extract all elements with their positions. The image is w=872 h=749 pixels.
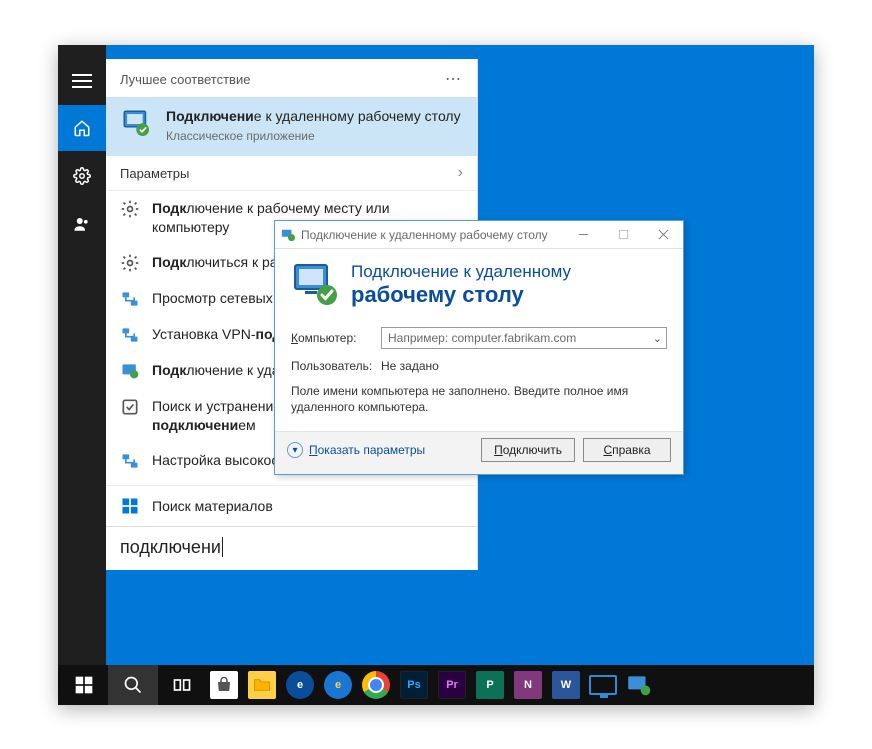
store-row-label: Поиск материалов (152, 498, 273, 514)
windows-store-icon (120, 496, 140, 516)
chrome-icon[interactable] (362, 671, 390, 699)
user-value: Не задано (381, 359, 439, 373)
file-explorer-icon[interactable] (248, 671, 276, 699)
show-parameters-link[interactable]: ▾ Показать параметры (287, 442, 425, 458)
section-parameters[interactable]: Параметры › (106, 156, 477, 191)
people-icon[interactable] (58, 201, 106, 247)
store-search-row[interactable]: Поиск материалов (106, 485, 477, 526)
taskbar-search-button[interactable] (108, 665, 158, 705)
ie-icon[interactable]: e (324, 671, 352, 699)
computer-row: Компьютер: Например: computer.fabrikam.c… (291, 327, 667, 349)
rdp-taskbar-icon[interactable] (622, 665, 656, 705)
rdp-titlebar[interactable]: Подключение к удаленному рабочему столу (275, 221, 683, 249)
rdp-button-row: Подключить Справка (481, 438, 671, 462)
text-cursor (222, 537, 223, 557)
troubleshoot-icon (120, 397, 140, 417)
store-app-icon[interactable] (210, 671, 238, 699)
photoshop-icon[interactable]: Ps (400, 671, 428, 699)
premiere-icon[interactable]: Pr (438, 671, 466, 699)
best-match-label: Лучшее соответствие (120, 72, 250, 87)
search-input[interactable]: подключени (106, 526, 477, 570)
monitor-icon[interactable] (586, 665, 620, 705)
taskbar: e e Ps Pr P N W (58, 665, 814, 705)
section-label: Параметры (120, 166, 189, 181)
titlebar-text: Подключение к удаленному рабочему столу (301, 228, 548, 242)
expand-down-icon: ▾ (287, 442, 303, 458)
user-label: Пользователь: (291, 359, 369, 373)
gear-icon (120, 199, 140, 219)
task-view-button[interactable] (160, 665, 204, 705)
close-button[interactable] (643, 221, 683, 249)
network-icon (120, 289, 140, 309)
more-icon[interactable]: ⋯ (445, 69, 463, 89)
maximize-button[interactable] (603, 221, 643, 249)
computer-combobox[interactable]: Например: computer.fabrikam.com ⌄ (381, 327, 667, 349)
titlebar-left: Подключение к удаленному рабочему столу (275, 228, 548, 242)
rdp-banner: Подключение к удаленному рабочему столу (275, 249, 683, 319)
hamburger-button[interactable] (58, 59, 106, 103)
start-button[interactable] (62, 665, 106, 705)
rdp-icon (120, 361, 140, 381)
start-rail (58, 45, 106, 705)
chevron-right-icon: › (458, 164, 463, 182)
desktop-frame: Лучшее соответствие ⋯ Подключение к удал… (58, 45, 814, 705)
gear-icon (120, 253, 140, 273)
connect-button[interactable]: Подключить (481, 438, 575, 462)
best-match-item[interactable]: Подключение к удаленному рабочему столу … (106, 97, 477, 156)
desktop-area: Лучшее соответствие ⋯ Подключение к удал… (106, 45, 814, 705)
help-button[interactable]: Справка (583, 438, 671, 462)
rdp-footer: ▾ Показать параметры Подключить Справка (275, 431, 683, 474)
word-icon[interactable]: W (552, 671, 580, 699)
user-row: Пользователь: Не задано (291, 359, 667, 373)
search-value: подключени (120, 537, 221, 558)
hint-text: Поле имени компьютера не заполнено. Введ… (291, 383, 667, 415)
publisher-icon[interactable]: P (476, 671, 504, 699)
window-controls (563, 221, 683, 249)
rdp-banner-icon (291, 261, 339, 309)
edge-icon[interactable]: e (286, 671, 314, 699)
rdp-titlebar-icon (281, 228, 295, 242)
minimize-button[interactable] (563, 221, 603, 249)
network-icon (120, 325, 140, 345)
network-icon (120, 451, 140, 471)
onenote-icon[interactable]: N (514, 671, 542, 699)
chevron-down-icon: ⌄ (653, 332, 662, 345)
rdp-body: Компьютер: Например: computer.fabrikam.c… (275, 319, 683, 431)
rdp-dialog: Подключение к удаленному рабочему столу … (274, 220, 684, 475)
computer-label: Компьютер: (291, 331, 369, 345)
rdp-app-icon (120, 107, 154, 141)
settings-icon[interactable] (58, 153, 106, 199)
rdp-banner-text: Подключение к удаленному рабочему столу (351, 262, 571, 309)
computer-placeholder: Например: computer.fabrikam.com (388, 331, 576, 345)
home-icon[interactable] (58, 105, 106, 151)
best-match-header: Лучшее соответствие ⋯ (106, 59, 477, 97)
best-match-text: Подключение к удаленному рабочему столу … (166, 107, 461, 144)
